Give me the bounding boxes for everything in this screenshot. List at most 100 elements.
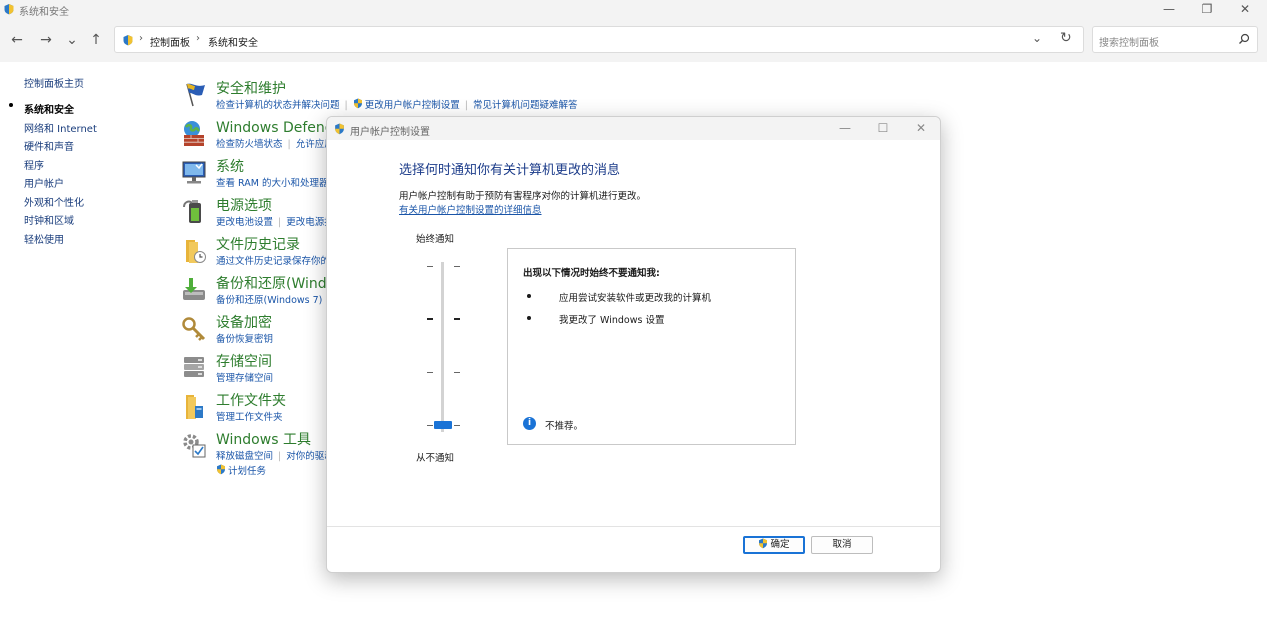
category-title[interactable]: 文件历史记录 — [216, 234, 300, 254]
nav-programs[interactable]: 程序 — [24, 157, 44, 172]
cancel-button-label: 取消 — [832, 539, 852, 550]
link-task-scheduler[interactable]: 计划任务 — [228, 466, 266, 477]
firewall-icon — [184, 121, 204, 146]
slider-bottom-label: 从不通知 — [416, 453, 455, 464]
address-bar: ← → ⌄ ↑ › 控制面板 › 系统和安全 ⌄ ↻ 搜索控制面板 — [0, 18, 1267, 62]
info-icon: i — [523, 417, 536, 430]
cancel-button[interactable]: 取消 — [811, 536, 873, 554]
link-troubleshoot[interactable]: 常见计算机问题疑难解答 — [473, 100, 578, 111]
file-history-icon — [186, 240, 206, 263]
link-manage-work-folders[interactable]: 管理工作文件夹 — [216, 412, 283, 423]
address-box[interactable]: › 控制面板 › 系统和安全 ⌄ ↻ — [114, 26, 1084, 53]
bullet-icon — [527, 294, 531, 298]
category-title[interactable]: 设备加密 — [216, 312, 272, 332]
nav-hardware-sound[interactable]: 硬件和声音 — [24, 138, 74, 153]
uac-shield-icon — [335, 123, 344, 135]
uac-shield-icon — [217, 464, 225, 475]
category-title[interactable]: 安全和维护 — [216, 78, 286, 98]
slider-tick — [454, 372, 460, 373]
search-placeholder: 搜索控制面板 — [1099, 38, 1159, 49]
link-check-status[interactable]: 检查计算机的状态并解决问题 — [216, 100, 340, 111]
back-icon[interactable]: ← — [7, 30, 27, 50]
storage-icon — [184, 357, 204, 377]
link-firewall-status[interactable]: 检查防火墙状态 — [216, 139, 283, 150]
category-title[interactable]: 系统 — [216, 156, 244, 176]
minimize-button[interactable]: — — [1159, 1, 1179, 17]
control-panel-icon — [4, 4, 14, 15]
uac-shield-icon — [353, 98, 362, 109]
ok-button[interactable]: 确定 — [743, 536, 805, 554]
folder-icon — [186, 395, 203, 419]
nav-control-panel-home[interactable]: 控制面板主页 — [24, 75, 84, 90]
category-links: 管理存储空间 — [216, 370, 273, 384]
window-title: 系统和安全 — [19, 7, 69, 18]
panel-title: 出现以下情况时始终不要通知我: — [523, 268, 660, 279]
link-disk-cleanup[interactable]: 释放磁盘空间 — [216, 451, 273, 462]
uac-details-link[interactable]: 有关用户帐户控制设置的详细信息 — [399, 202, 542, 216]
category-links: 备份和还原(Windows 7) — [216, 292, 322, 306]
slider-tick — [454, 425, 460, 426]
breadcrumb-system-security[interactable]: 系统和安全 — [208, 34, 258, 49]
slider-top-label: 始终通知 — [416, 234, 455, 245]
search-icon[interactable] — [1238, 33, 1250, 45]
uac-settings-dialog: 用户帐户控制设置 — ☐ ✕ 选择何时通知你有关计算机更改的消息 用户帐户控制有… — [326, 116, 941, 573]
slider-tick — [427, 266, 433, 267]
category-links: 管理工作文件夹 — [216, 409, 283, 423]
control-panel-icon — [123, 35, 133, 46]
power-icon — [183, 200, 201, 223]
tools-icon — [183, 434, 206, 458]
nav-ease-of-access[interactable]: 轻松使用 — [24, 231, 64, 246]
nav-clock-region[interactable]: 时钟和区域 — [24, 212, 74, 227]
slider-tick — [454, 318, 460, 320]
up-icon[interactable]: ↑ — [86, 30, 106, 50]
category-title[interactable]: 电源选项 — [216, 195, 272, 215]
dialog-maximize-button[interactable]: ☐ — [873, 120, 893, 136]
breadcrumb-separator: › — [196, 33, 200, 44]
link-backup-restore[interactable]: 备份和还原(Windows 7) — [216, 295, 322, 306]
link-recovery-key[interactable]: 备份恢复密钥 — [216, 334, 273, 345]
dialog-title: 用户帐户控制设置 — [350, 127, 430, 138]
nav-network-internet[interactable]: 网络和 Internet — [24, 120, 97, 135]
search-input[interactable]: 搜索控制面板 — [1092, 26, 1258, 53]
forward-icon[interactable]: → — [36, 30, 56, 50]
ok-button-label: 确定 — [770, 539, 790, 550]
maximize-button[interactable]: ❐ — [1197, 1, 1217, 17]
not-recommended-note: 不推荐。 — [545, 421, 584, 432]
nav-system-security[interactable]: 系统和安全 — [24, 101, 74, 116]
close-button[interactable]: ✕ — [1235, 1, 1255, 17]
link-battery-settings[interactable]: 更改电池设置 — [216, 217, 273, 228]
backup-icon — [183, 278, 205, 300]
dialog-titlebar[interactable]: 用户帐户控制设置 — ☐ ✕ — [327, 117, 940, 140]
category-title[interactable]: Windows 工具 — [216, 429, 311, 449]
panel-item: 应用尝试安装软件或更改我的计算机 — [559, 293, 712, 304]
refresh-icon[interactable]: ↻ — [1060, 30, 1072, 46]
category-links-extra: 计划任务 — [216, 463, 266, 477]
chevron-down-icon[interactable]: ⌄ — [1032, 31, 1042, 45]
setting-description-panel: 出现以下情况时始终不要通知我: 应用尝试安装软件或更改我的计算机 我更改了 Wi… — [507, 248, 796, 445]
slider-tick — [427, 318, 433, 320]
slider-tick — [427, 425, 433, 426]
slider-tick — [427, 372, 433, 373]
category-security-maintenance: 安全和维护 检查计算机的状态并解决问题 | 更改用户帐户控制设置 | 常见计算机问题疑难… — [178, 78, 648, 116]
slider-tick — [454, 266, 460, 267]
breadcrumb-control-panel[interactable]: 控制面板 — [150, 34, 190, 49]
link-manage-storage[interactable]: 管理存储空间 — [216, 373, 273, 384]
uac-shield-icon — [759, 538, 768, 549]
dialog-heading: 选择何时通知你有关计算机更改的消息 — [399, 163, 621, 178]
nav-user-accounts[interactable]: 用户帐户 — [24, 175, 64, 190]
category-title[interactable]: 存储空间 — [216, 351, 272, 371]
key-icon — [182, 317, 206, 341]
breadcrumb-separator: › — [139, 33, 143, 44]
dialog-footer: 确定 取消 — [327, 527, 940, 572]
recent-locations-icon[interactable]: ⌄ — [62, 30, 82, 50]
dialog-close-button[interactable]: ✕ — [911, 120, 931, 136]
notification-slider-track[interactable] — [441, 262, 444, 432]
monitor-icon — [182, 161, 206, 184]
notification-slider-thumb[interactable] — [434, 421, 452, 429]
nav-appearance[interactable]: 外观和个性化 — [24, 194, 84, 209]
dialog-minimize-button[interactable]: — — [835, 120, 855, 136]
category-title[interactable]: 工作文件夹 — [216, 390, 286, 410]
link-change-uac[interactable]: 更改用户帐户控制设置 — [365, 100, 460, 111]
dialog-description: 用户帐户控制有助于预防有害程序对你的计算机进行更改。 — [399, 191, 647, 202]
bullet-icon — [527, 316, 531, 320]
